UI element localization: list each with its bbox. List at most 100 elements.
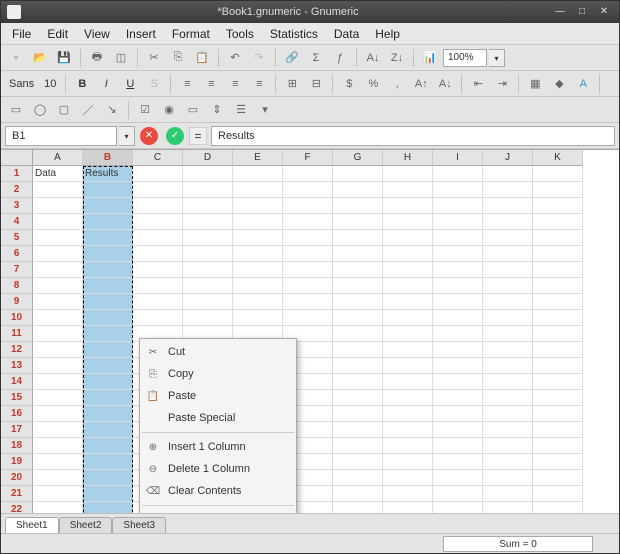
cell-K14[interactable] — [533, 374, 583, 390]
row-header-20[interactable]: 20 — [1, 470, 33, 486]
cell-G2[interactable] — [333, 182, 383, 198]
cell-D10[interactable] — [183, 310, 233, 326]
cell-K17[interactable] — [533, 422, 583, 438]
cell-A10[interactable] — [33, 310, 83, 326]
cell-I1[interactable] — [433, 166, 483, 182]
cell-I20[interactable] — [433, 470, 483, 486]
cell-I3[interactable] — [433, 198, 483, 214]
row-header-13[interactable]: 13 — [1, 358, 33, 374]
thousands-icon[interactable]: , — [386, 74, 408, 94]
column-header-I[interactable]: I — [433, 150, 483, 166]
cell-A7[interactable] — [33, 262, 83, 278]
sort-asc-icon[interactable]: A↓ — [362, 48, 384, 68]
cell-H10[interactable] — [383, 310, 433, 326]
cell-G12[interactable] — [333, 342, 383, 358]
cell-K21[interactable] — [533, 486, 583, 502]
cell-K16[interactable] — [533, 406, 583, 422]
cell-F5[interactable] — [283, 230, 333, 246]
cells-area[interactable]: DataResults — [33, 166, 583, 513]
row-header-2[interactable]: 2 — [1, 182, 33, 198]
chart-icon[interactable]: 📊 — [419, 48, 441, 68]
menu-format[interactable]: Format — [165, 24, 217, 44]
row-header-1[interactable]: 1 — [1, 166, 33, 182]
cell-F1[interactable] — [283, 166, 333, 182]
cell-B13[interactable] — [83, 358, 133, 374]
accept-edit-button[interactable]: ✓ — [166, 127, 184, 145]
cell-J6[interactable] — [483, 246, 533, 262]
cell-C8[interactable] — [133, 278, 183, 294]
cell-E9[interactable] — [233, 294, 283, 310]
indent-dec-icon[interactable]: ⇤ — [467, 74, 489, 94]
cell-D9[interactable] — [183, 294, 233, 310]
cell-H17[interactable] — [383, 422, 433, 438]
maximize-button[interactable]: □ — [573, 5, 591, 19]
cell-C3[interactable] — [133, 198, 183, 214]
cell-I9[interactable] — [433, 294, 483, 310]
align-center-icon[interactable]: ≡ — [200, 74, 222, 94]
cell-B20[interactable] — [83, 470, 133, 486]
font-size[interactable]: 10 — [40, 78, 60, 90]
indent-inc-icon[interactable]: ⇥ — [491, 74, 513, 94]
line-icon[interactable]: ／ — [77, 100, 99, 120]
copy-icon[interactable]: ⎘ — [167, 48, 189, 68]
split-icon[interactable]: ⊟ — [305, 74, 327, 94]
cell-D3[interactable] — [183, 198, 233, 214]
cell-J13[interactable] — [483, 358, 533, 374]
cell-B16[interactable] — [83, 406, 133, 422]
cell-A21[interactable] — [33, 486, 83, 502]
cell-G18[interactable] — [333, 438, 383, 454]
cell-B17[interactable] — [83, 422, 133, 438]
cell-A8[interactable] — [33, 278, 83, 294]
column-header-A[interactable]: A — [33, 150, 83, 166]
undo-icon[interactable]: ↶ — [224, 48, 246, 68]
cell-A5[interactable] — [33, 230, 83, 246]
cell-H21[interactable] — [383, 486, 433, 502]
menu-edit[interactable]: Edit — [40, 24, 75, 44]
cell-K2[interactable] — [533, 182, 583, 198]
ellipse-icon[interactable]: ◯ — [29, 100, 51, 120]
row-header-4[interactable]: 4 — [1, 214, 33, 230]
minimize-button[interactable]: — — [551, 5, 569, 19]
cell-J22[interactable] — [483, 502, 533, 513]
open-icon[interactable]: 📂 — [29, 48, 51, 68]
sum-icon[interactable]: Σ — [305, 48, 327, 68]
cell-I18[interactable] — [433, 438, 483, 454]
cell-I14[interactable] — [433, 374, 483, 390]
cell-H20[interactable] — [383, 470, 433, 486]
cell-I22[interactable] — [433, 502, 483, 513]
column-header-B[interactable]: B — [83, 150, 133, 166]
column-header-J[interactable]: J — [483, 150, 533, 166]
cell-A11[interactable] — [33, 326, 83, 342]
cell-H9[interactable] — [383, 294, 433, 310]
cell-G16[interactable] — [333, 406, 383, 422]
print-icon[interactable]: 🖶 — [86, 48, 108, 68]
tab-sheet2[interactable]: Sheet2 — [59, 517, 113, 533]
cell-A19[interactable] — [33, 454, 83, 470]
cell-A14[interactable] — [33, 374, 83, 390]
frame-icon[interactable]: ▢ — [53, 100, 75, 120]
cell-D5[interactable] — [183, 230, 233, 246]
cell-H13[interactable] — [383, 358, 433, 374]
cell-I16[interactable] — [433, 406, 483, 422]
cell-A12[interactable] — [33, 342, 83, 358]
radio-icon[interactable]: ◉ — [158, 100, 180, 120]
combo-icon[interactable]: ▾ — [254, 100, 276, 120]
cell-C7[interactable] — [133, 262, 183, 278]
increase-icon[interactable]: A↑ — [410, 74, 432, 94]
fgcolor-icon[interactable]: A — [572, 74, 594, 94]
row-header-16[interactable]: 16 — [1, 406, 33, 422]
row-header-18[interactable]: 18 — [1, 438, 33, 454]
percent-icon[interactable]: % — [362, 74, 384, 94]
cell-H5[interactable] — [383, 230, 433, 246]
cell-F9[interactable] — [283, 294, 333, 310]
cell-K22[interactable] — [533, 502, 583, 513]
column-header-K[interactable]: K — [533, 150, 583, 166]
cell-reference[interactable]: B1 — [5, 126, 117, 146]
checkbox-icon[interactable]: ☑ — [134, 100, 156, 120]
cell-E7[interactable] — [233, 262, 283, 278]
cell-A6[interactable] — [33, 246, 83, 262]
ctx-delete-column[interactable]: ⊖Delete 1 Column — [140, 458, 296, 480]
cell-D2[interactable] — [183, 182, 233, 198]
bgcolor-icon[interactable]: ◆ — [548, 74, 570, 94]
cell-G20[interactable] — [333, 470, 383, 486]
